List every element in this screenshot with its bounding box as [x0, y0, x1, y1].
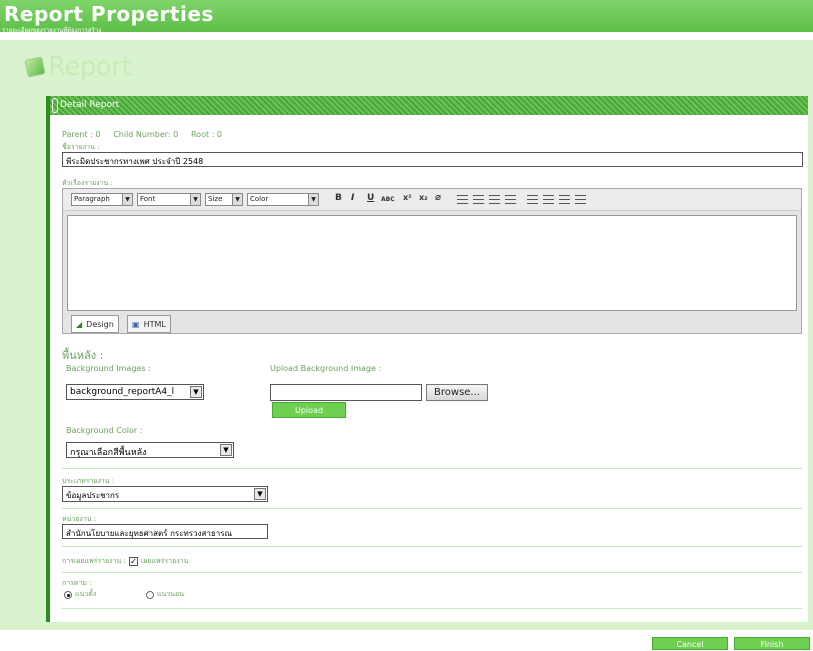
detail-card: Detail Report Parent : 0 Child Number: 0…	[46, 96, 808, 622]
background-heading: พื้นหลัง :	[62, 349, 104, 362]
align-justify-icon[interactable]	[505, 195, 516, 204]
size-select[interactable]: Size ▼	[205, 193, 243, 206]
align-center-icon[interactable]	[473, 195, 484, 204]
background-color-select[interactable]: กรุณาเลือกสีพื้นหลัง ▼	[66, 442, 234, 458]
portrait-radio-dot[interactable]	[64, 590, 72, 599]
orientation-label: การตาม :	[62, 579, 92, 587]
card-header: Detail Report	[50, 96, 808, 115]
report-type-select[interactable]: ข้อมูลประชากร ▼	[62, 486, 268, 502]
strikethrough-button[interactable]: ABC	[381, 196, 395, 203]
underline-button[interactable]: U	[367, 193, 374, 203]
report-name-input[interactable]: พีระมิดประชากรทางเพศ ประจำปี 2548	[62, 152, 803, 167]
bold-button[interactable]: B	[335, 193, 342, 203]
browse-button[interactable]: Browse...	[426, 384, 488, 401]
divider	[62, 508, 802, 509]
ordered-list-icon[interactable]	[527, 195, 538, 204]
editor-toolbar: Paragraph ▼ Font ▼ Size ▼ Color ▼ B I U ABC …	[63, 189, 801, 211]
html-tab[interactable]: ▣ HTML	[127, 315, 171, 333]
root-info: Root : 0	[190, 130, 222, 139]
design-tab[interactable]: ◢ Design	[71, 315, 119, 333]
upload-file-input[interactable]	[270, 384, 422, 401]
background-color-label: Background Color :	[66, 426, 143, 435]
outdent-icon[interactable]	[559, 195, 570, 204]
indent-icon[interactable]	[575, 195, 586, 204]
divider	[62, 468, 802, 469]
superscript-button[interactable]: x²	[403, 193, 412, 202]
background-images-label: Background Images :	[66, 364, 151, 373]
brand-label: Report	[48, 52, 132, 82]
window-title: Report Properties	[4, 2, 214, 26]
paragraph-select[interactable]: Paragraph ▼	[71, 193, 133, 206]
portrait-radio[interactable]: แนวตั้ง	[64, 589, 96, 600]
color-select[interactable]: Color ▼	[247, 193, 319, 206]
unordered-list-icon[interactable]	[543, 195, 554, 204]
italic-button[interactable]: I	[351, 193, 354, 203]
title-bar: Report Properties รายละเอียดของรายงานที่…	[0, 0, 813, 34]
subscript-button[interactable]: x₂	[419, 193, 428, 202]
divider	[62, 546, 802, 547]
upload-button[interactable]: Upload	[272, 402, 346, 418]
agency-input[interactable]: สำนักนโยบายและยุทธศาสตร์ กระทรวงสาธารณ	[62, 524, 268, 539]
window-subtitle: รายละเอียดของรายงานที่ต้องการสร้าง	[2, 27, 102, 34]
background-images-select[interactable]: background_reportA4_l ▼	[66, 384, 204, 400]
upload-label: Upload Background Image :	[270, 364, 382, 373]
publish-label: การเผยแพร่รายงาน :	[62, 557, 126, 565]
finish-button[interactable]: Finish	[734, 637, 810, 650]
landscape-radio-dot[interactable]	[146, 590, 154, 599]
design-icon: ◢	[76, 319, 83, 329]
publish-checkbox[interactable]: ✓	[128, 557, 138, 566]
eraser-icon[interactable]: ⌀	[435, 192, 441, 203]
html-icon: ▣	[132, 319, 140, 329]
publish-checkbox-label: เผยแพร่รายงาน	[140, 557, 189, 565]
divider	[62, 572, 802, 573]
cancel-button[interactable]: Cancel	[652, 637, 728, 650]
brand: Report	[24, 52, 132, 82]
divider	[62, 608, 802, 609]
align-left-icon[interactable]	[457, 195, 468, 204]
child-info: Child Number: 0	[113, 130, 179, 139]
font-select[interactable]: Font ▼	[137, 193, 201, 206]
landscape-radio[interactable]: แนวนอน	[146, 589, 184, 600]
report-logo-icon	[24, 56, 46, 78]
rich-text-editor: Paragraph ▼ Font ▼ Size ▼ Color ▼ B I U ABC …	[62, 188, 802, 334]
align-right-icon[interactable]	[489, 195, 500, 204]
card-header-title: Detail Report	[60, 100, 120, 110]
publish-row: การเผยแพร่รายงาน : ✓ เผยแพร่รายงาน	[62, 556, 188, 567]
header-tab-icon	[52, 98, 58, 113]
editor-content-area[interactable]	[67, 215, 797, 311]
parent-info: Parent : 0	[62, 130, 101, 139]
meta-info: Parent : 0 Child Number: 0 Root : 0	[62, 130, 222, 139]
